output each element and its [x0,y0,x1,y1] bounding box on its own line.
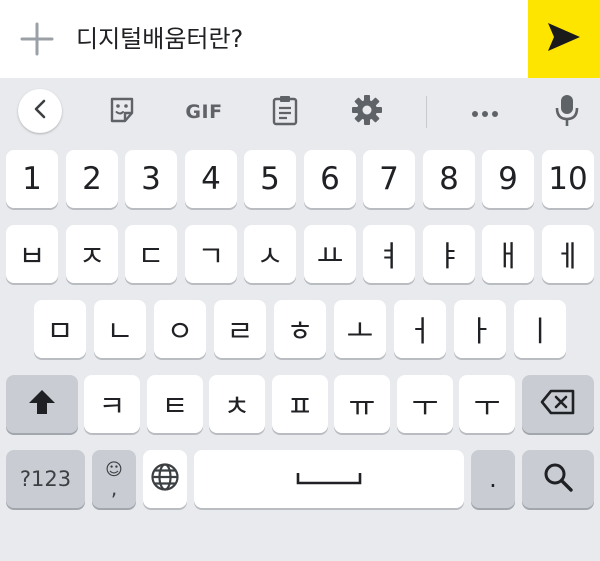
back-button[interactable] [18,89,62,133]
key-7[interactable]: 7 [363,150,415,208]
key-jamo[interactable]: ㅂ [6,225,58,283]
plus-icon[interactable] [18,20,56,58]
key-jamo[interactable]: ㅗ [334,300,386,358]
language-key[interactable] [143,450,187,508]
shift-key[interactable] [6,375,78,433]
key-jamo[interactable]: ㅐ [482,225,534,283]
message-input[interactable]: 디지털배움터란? [76,22,243,56]
key-jamo[interactable]: ㅜ [459,375,515,433]
globe-icon [150,462,180,496]
key-jamo[interactable]: ㅏ [454,300,506,358]
key-jamo[interactable]: ㅈ [66,225,118,283]
key-jamo[interactable]: ㅓ [394,300,446,358]
shift-icon [27,387,57,421]
key-jamo[interactable]: ㅎ [274,300,326,358]
key-jamo[interactable]: ㅔ [542,225,594,283]
microphone-icon [555,93,579,131]
sticker-button[interactable] [100,90,144,134]
key-jamo[interactable]: ㄹ [214,300,266,358]
key-jamo[interactable]: ㅜ [397,375,453,433]
more-horizontal-icon [471,103,499,122]
key-jamo[interactable]: ㅠ [334,375,390,433]
comma-label: , [110,476,118,500]
search-icon [542,461,574,497]
message-input-bar: 디지털배움터란? [0,0,600,78]
key-8[interactable]: 8 [423,150,475,208]
send-icon [546,21,582,57]
key-jamo[interactable]: ㅣ [514,300,566,358]
backspace-icon [540,389,576,419]
key-jamo[interactable]: ㅁ [34,300,86,358]
gear-icon [351,94,383,130]
gif-button[interactable]: GIF [178,90,230,134]
key-jamo[interactable]: ㅊ [209,375,265,433]
space-key[interactable] [194,450,464,508]
key-jamo[interactable]: ㄴ [94,300,146,358]
period-key[interactable]: . [471,450,515,508]
key-3[interactable]: 3 [125,150,177,208]
send-button[interactable] [528,0,600,78]
key-jamo[interactable]: ㅌ [147,375,203,433]
key-jamo[interactable]: ㅕ [363,225,415,283]
key-jamo[interactable]: ㅅ [244,225,296,283]
search-key[interactable] [522,450,594,508]
key-jamo[interactable]: ㅍ [272,375,328,433]
emoji-comma-key[interactable]: ☺ , [92,450,136,508]
space-bar-icon [296,470,362,489]
sticker-icon [107,95,137,129]
key-jamo[interactable]: ㅇ [154,300,206,358]
voice-input-button[interactable] [545,90,589,134]
settings-button[interactable] [345,90,389,134]
key-jamo[interactable]: ㅑ [423,225,475,283]
toolbar-divider [426,96,427,128]
key-jamo[interactable]: ㅋ [84,375,140,433]
key-4[interactable]: 4 [185,150,237,208]
keyboard-toolbar: GIF [0,78,600,146]
key-6[interactable]: 6 [304,150,356,208]
key-jamo[interactable]: ㅛ [304,225,356,283]
backspace-key[interactable] [522,375,594,433]
key-jamo[interactable]: ㄱ [185,225,237,283]
key-10[interactable]: 10 [542,150,594,208]
clipboard-icon [272,94,298,130]
symbols-key[interactable]: ?123 [6,450,85,508]
key-jamo[interactable]: ㄷ [125,225,177,283]
key-9[interactable]: 9 [482,150,534,208]
clipboard-button[interactable] [263,90,307,134]
more-button[interactable] [463,90,507,134]
key-5[interactable]: 5 [244,150,296,208]
key-1[interactable]: 1 [6,150,58,208]
chevron-left-icon [32,99,48,123]
key-2[interactable]: 2 [66,150,118,208]
